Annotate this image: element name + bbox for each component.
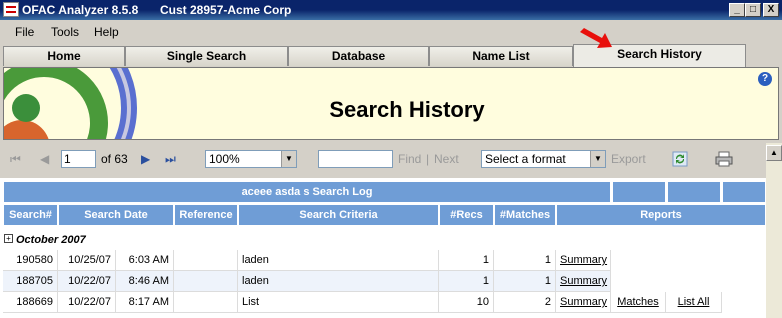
cell-matches: 1 [494, 250, 556, 271]
column-header-search-date[interactable]: Search Date [58, 204, 174, 226]
tab-database[interactable]: Database [288, 46, 429, 66]
cell-time: 8:46 AM [116, 271, 174, 292]
export-link[interactable]: Export [611, 152, 646, 166]
red-arrow-icon [580, 28, 612, 48]
find-link[interactable]: Find [398, 152, 421, 166]
cell-reference [174, 271, 238, 292]
cell-reference [174, 250, 238, 271]
app-icon [3, 2, 19, 17]
tab-single-search[interactable]: Single Search [125, 46, 288, 66]
cell-criteria: laden [238, 250, 439, 271]
cell-matches: 1 [494, 271, 556, 292]
zoom-value: 100% [209, 152, 240, 166]
group-label: October 2007 [16, 234, 86, 246]
find-separator: | [426, 152, 430, 166]
vertical-scrollbar[interactable] [766, 143, 782, 318]
header-spacer [667, 181, 721, 203]
print-icon[interactable] [715, 151, 733, 167]
header-spacer [722, 181, 766, 203]
cell-recs: 1 [439, 271, 494, 292]
maximize-button[interactable]: □ [745, 3, 761, 17]
page-count-label: of 63 [101, 152, 128, 166]
export-format-select[interactable]: Select a format ▼ [481, 150, 606, 168]
cell-time: 6:03 AM [116, 250, 174, 271]
summary-link[interactable]: Summary [556, 271, 611, 292]
summary-link[interactable]: Summary [556, 292, 611, 313]
tab-home[interactable]: Home [3, 46, 125, 66]
cell-date: 10/25/07 [58, 250, 116, 271]
column-header-search-number[interactable]: Search# [3, 204, 58, 226]
column-header-reference[interactable]: Reference [174, 204, 238, 226]
menu-help[interactable]: Help [94, 25, 119, 39]
customer-label: Cust 28957-Acme Corp [160, 3, 292, 17]
cell-recs: 1 [439, 250, 494, 271]
scroll-up-icon[interactable]: ▲ [766, 145, 782, 161]
header-spacer [612, 181, 666, 203]
window-title: OFAC Analyzer 8.5.8 [22, 3, 139, 17]
summary-link-text[interactable]: Summary [560, 275, 607, 287]
chevron-down-icon: ▼ [590, 151, 605, 167]
last-page-icon[interactable]: ⏭ [165, 152, 176, 167]
column-header-reports: Reports [556, 204, 766, 226]
help-icon[interactable]: ? [758, 72, 772, 86]
cell-date: 10/22/07 [58, 271, 116, 292]
refresh-icon[interactable] [672, 151, 688, 167]
cell-search-number: 188669 [3, 292, 58, 313]
first-page-icon[interactable]: ⏮ [10, 152, 21, 167]
summary-link-text[interactable]: Summary [560, 296, 607, 308]
next-link[interactable]: Next [434, 152, 459, 166]
cell-criteria: laden [238, 271, 439, 292]
cell-date: 10/22/07 [58, 292, 116, 313]
page-title: Search History [329, 97, 485, 122]
column-header-recs[interactable]: #Recs [439, 204, 494, 226]
cell-search-number: 190580 [3, 250, 58, 271]
cell-criteria: List [238, 292, 439, 313]
cell-matches: 2 [494, 292, 556, 313]
cell-time: 8:17 AM [116, 292, 174, 313]
matches-link-text[interactable]: Matches [617, 296, 659, 308]
page-number-input[interactable]: 1 [61, 150, 96, 168]
summary-link-text[interactable]: Summary [560, 254, 607, 266]
chevron-down-icon: ▼ [281, 151, 296, 167]
column-header-search-criteria[interactable]: Search Criteria [238, 204, 439, 226]
next-page-icon[interactable]: ▶ [141, 152, 150, 166]
cell-search-number: 188705 [3, 271, 58, 292]
menu-tools[interactable]: Tools [51, 25, 79, 39]
list-all-link[interactable]: List All [666, 292, 722, 313]
matches-link[interactable]: Matches [611, 292, 666, 313]
list-all-link-text[interactable]: List All [678, 296, 710, 308]
summary-link[interactable]: Summary [556, 250, 611, 271]
prev-page-icon[interactable]: ◀ [40, 152, 49, 166]
zoom-select[interactable]: 100% ▼ [205, 150, 297, 168]
cell-recs: 10 [439, 292, 494, 313]
log-title: aceee asda s Search Log [3, 181, 611, 203]
column-header-matches[interactable]: #Matches [494, 204, 556, 226]
expand-toggle-icon[interactable]: + [4, 234, 13, 243]
cell-reference [174, 292, 238, 313]
format-placeholder: Select a format [485, 152, 566, 166]
close-button[interactable]: X [763, 3, 779, 17]
tab-name-list[interactable]: Name List [429, 46, 573, 66]
find-input[interactable] [318, 150, 393, 168]
menu-file[interactable]: File [15, 25, 34, 39]
banner: Search History ? [3, 67, 779, 140]
minimize-button[interactable]: _ [729, 3, 745, 17]
